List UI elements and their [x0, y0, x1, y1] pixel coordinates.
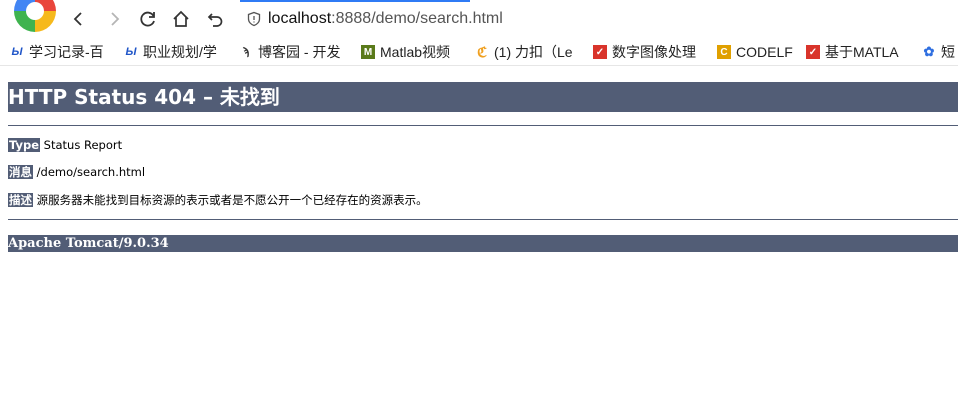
bookmark-red-icon: ✓ — [593, 45, 607, 59]
baidu-edu-icon: Ы — [125, 46, 137, 58]
bookmark-label: CODELF — [736, 44, 793, 60]
bookmark-item[interactable]: ✓ 数字图像处理 — [593, 42, 705, 62]
reload-icon — [140, 11, 155, 27]
divider — [8, 219, 958, 220]
bookmark-red-icon: ✓ — [806, 45, 820, 59]
browser-logo-icon[interactable] — [14, 0, 56, 32]
forward-arrow-icon — [111, 12, 120, 26]
matlab-icon: M — [361, 45, 375, 59]
bookmark-item[interactable]: M Matlab视频 — [361, 42, 465, 62]
address-bar[interactable]: localhost:8888/demo/search.html — [246, 7, 503, 31]
home-icon — [173, 10, 189, 27]
bookmark-label: 基于MATLA — [825, 44, 899, 60]
description-line: 描述 源服务器未能找到目标资源的表示或者是不愿公开一个已经存在的资源表示。 — [8, 192, 428, 208]
page-title: HTTP Status 404 – 未找到 — [8, 82, 958, 112]
bookmark-label: 博客园 - 开发 — [258, 44, 341, 60]
baidu-paw-icon: ✿ — [923, 44, 935, 59]
bookmark-item[interactable]: ℭ (1) 力扣（Le — [475, 42, 580, 62]
undo-close-tab-button[interactable] — [204, 8, 226, 30]
browser-toolbar: localhost:8888/demo/search.html — [0, 0, 958, 38]
site-info-shield-icon[interactable] — [246, 11, 262, 27]
server-footer: Apache Tomcat/9.0.34 — [8, 235, 958, 252]
back-arrow-icon — [73, 12, 82, 26]
bookmark-label: 数字图像处理 — [612, 44, 696, 60]
cnblogs-icon: ϡ — [242, 46, 250, 58]
bookmark-label: Matlab视频 — [380, 44, 451, 60]
bookmark-item[interactable]: ϡ 博客园 - 开发 — [239, 42, 349, 62]
bookmark-label: 职业规划/学 — [143, 44, 217, 60]
message-value: /demo/search.html — [36, 165, 146, 179]
undo-icon — [207, 13, 223, 27]
message-label: 消息 — [8, 165, 33, 179]
active-tab-indicator — [240, 0, 470, 2]
type-value: Status Report — [43, 138, 123, 152]
bookmark-item[interactable]: Ы 职业规划/学 — [124, 42, 230, 62]
description-label: 描述 — [8, 193, 33, 207]
bookmark-label: 短 — [941, 44, 955, 60]
codelf-icon: C — [717, 45, 731, 59]
leetcode-icon: ℭ — [477, 43, 487, 60]
message-line: 消息 /demo/search.html — [8, 164, 145, 180]
bookmark-item[interactable]: C CODELF — [717, 42, 797, 62]
description-value: 源服务器未能找到目标资源的表示或者是不愿公开一个已经存在的资源表示。 — [36, 193, 428, 207]
bookmarks-bar: Ы 学习记录-百 Ы 职业规划/学 ϡ 博客园 - 开发 M Matlab视频 … — [0, 38, 958, 66]
reload-button[interactable] — [137, 8, 159, 30]
type-label: Type — [8, 138, 41, 152]
back-button[interactable] — [68, 8, 90, 30]
bookmark-label: (1) 力扣（Le — [494, 44, 573, 60]
type-line: Type Status Report — [8, 137, 122, 153]
address-path: :8888/demo/search.html — [331, 10, 503, 27]
bookmark-item[interactable]: ✿ 短 — [922, 42, 958, 62]
home-button[interactable] — [170, 8, 192, 30]
forward-button[interactable] — [103, 8, 125, 30]
bookmark-item[interactable]: Ы 学习记录-百 — [10, 42, 116, 62]
baidu-edu-icon: Ы — [11, 46, 23, 58]
address-host: localhost — [268, 10, 332, 27]
bookmark-item[interactable]: ✓ 基于MATLA — [806, 42, 912, 62]
divider — [8, 125, 958, 126]
bookmark-label: 学习记录-百 — [29, 44, 104, 60]
